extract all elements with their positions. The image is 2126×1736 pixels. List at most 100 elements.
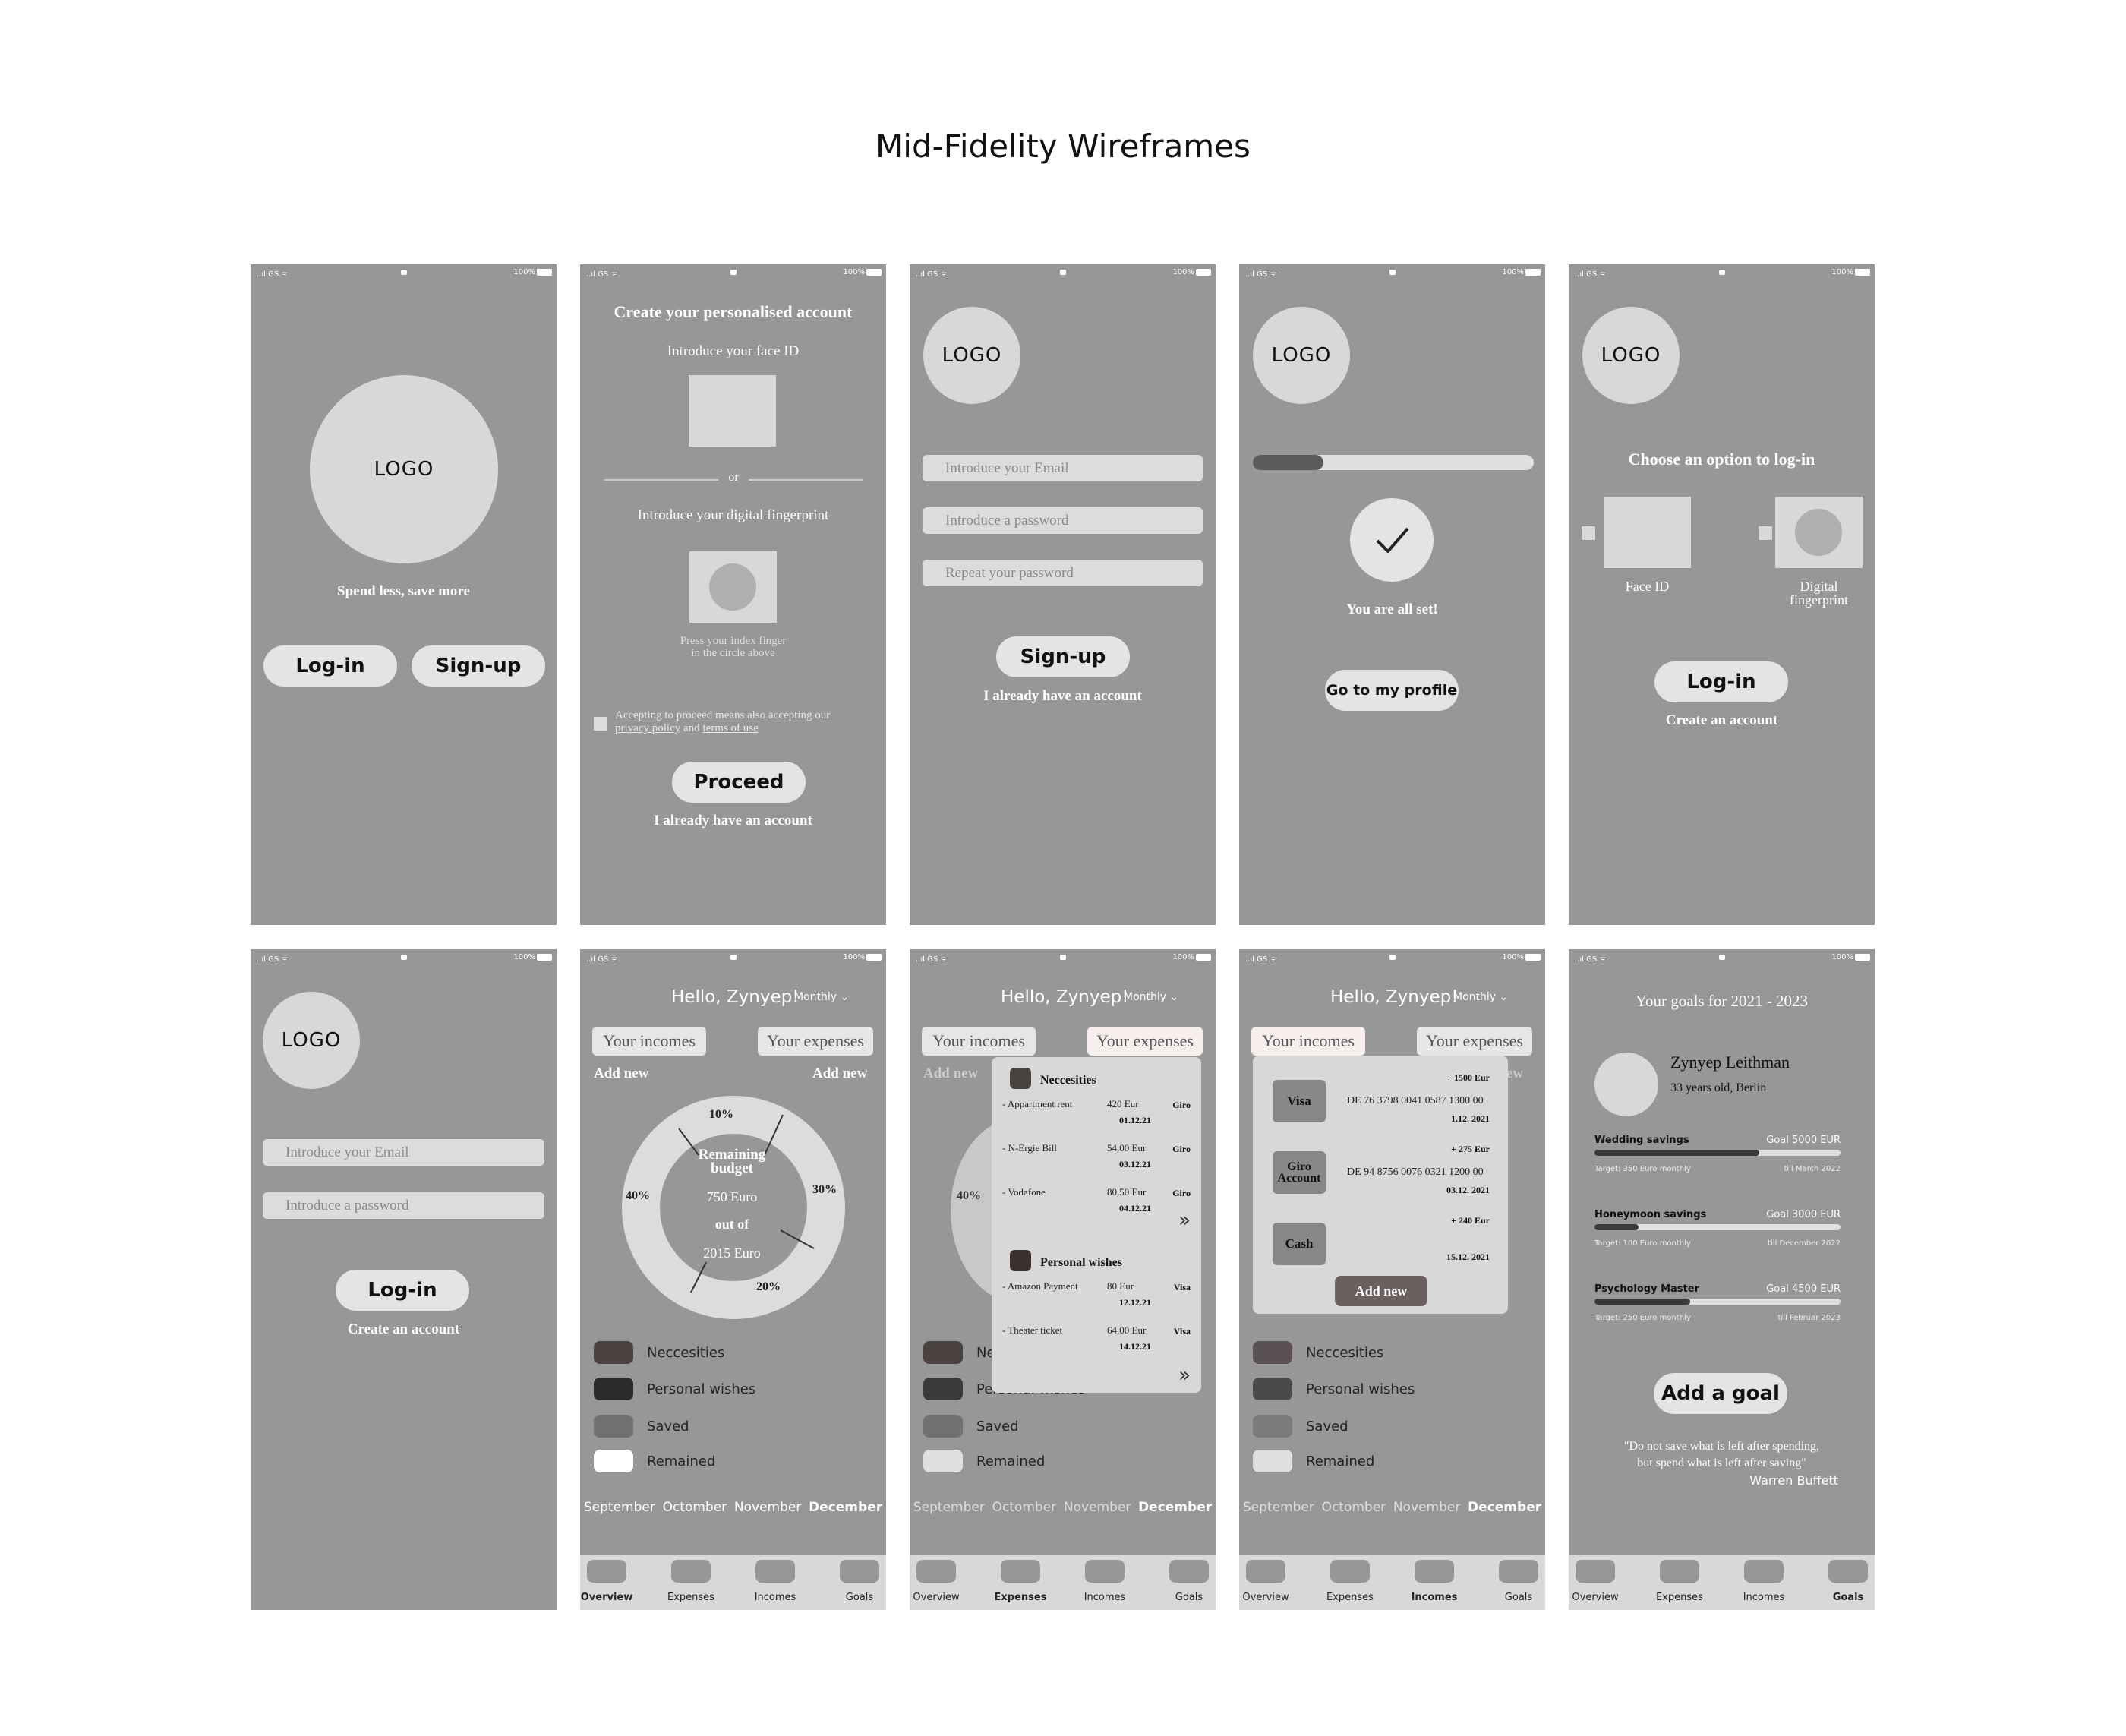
lock-icon [1718,270,1725,275]
have-account-link[interactable]: I already have an account [910,688,1216,705]
nav-overview[interactable]: Overview [910,1560,963,1603]
month-october[interactable]: Octomber [992,1500,1057,1515]
month-october[interactable]: Octomber [663,1500,727,1515]
period-dropdown[interactable]: Monthly ⌄ [794,991,849,1003]
expense-date: 04.12.21 [1119,1203,1151,1214]
total-budget: 2015 Euro [703,1245,761,1261]
month-september[interactable]: September [1243,1500,1314,1515]
add-income-link[interactable]: Add new [923,1065,978,1082]
terms-link[interactable]: terms of use [702,722,758,734]
login-button[interactable]: Log-in [1654,661,1788,702]
tab-expenses[interactable]: Your expenses [1087,1027,1203,1056]
battery-icon [866,269,882,276]
email-input[interactable]: Introduce your Email [263,1139,544,1166]
add-expense-link[interactable]: Add new [812,1065,867,1082]
budget-donut-chart [622,1096,845,1319]
period-dropdown[interactable]: Monthly ⌄ [1453,991,1508,1003]
add-income-button[interactable]: Add new [1335,1276,1427,1306]
personal-wishes-icon [1010,1250,1031,1271]
tab-expenses[interactable]: Your expenses [1417,1027,1532,1056]
goal-target-amount: Goal 4500 EUR [1766,1283,1841,1295]
chevron-down-icon: ⌄ [1499,991,1509,1003]
quote-author: Warren Buffett [1749,1473,1838,1488]
goal-monthly-target: Target: 350 Euro monthly [1594,1165,1691,1173]
payment-type: Giro [1172,1188,1191,1198]
proceed-button[interactable]: Proceed [672,762,806,803]
month-september[interactable]: September [913,1500,985,1515]
create-account-link[interactable]: Create an account [1569,712,1875,729]
face-id-option[interactable] [1604,497,1691,568]
add-goal-button[interactable]: Add a goal [1654,1373,1787,1414]
battery-icon [537,269,552,276]
tab-expenses[interactable]: Your expenses [758,1027,873,1056]
period-dropdown[interactable]: Monthly ⌄ [1124,991,1178,1003]
goal-item[interactable]: Psychology Master Goal 4500 EUR Target: 25… [1594,1283,1841,1352]
create-account-link[interactable]: Create an account [251,1321,557,1338]
press-hint-2: in the circle above [691,647,775,659]
month-september[interactable]: September [584,1500,655,1515]
screen-choose-login: ..ıl GS ᯤ 100% LOGO Choose an option to l… [1569,264,1875,925]
login-button[interactable]: Log-in [263,645,397,687]
tab-incomes[interactable]: Your incomes [1251,1027,1365,1056]
more-arrow-icon[interactable]: » [1178,1209,1191,1232]
signup-button[interactable]: Sign-up [412,645,545,687]
nav-expenses[interactable]: Expenses [664,1560,718,1603]
goal-item[interactable]: Honeymoon savings Goal 3000 EUR Target: 10… [1594,1209,1841,1277]
nav-goals[interactable]: Goals [1822,1560,1875,1603]
go-to-profile-button[interactable]: Go to my profile [1325,670,1459,711]
nav-incomes[interactable]: Incomes [749,1560,802,1603]
divider [749,479,863,481]
nav-goals[interactable]: Goals [833,1560,886,1603]
signup-button[interactable]: Sign-up [996,636,1130,677]
fingerprint-scanner[interactable] [689,551,777,623]
nav-goals[interactable]: Goals [1492,1560,1545,1603]
nav-overview[interactable]: Overview [1569,1560,1622,1603]
nav-goals[interactable]: Goals [1162,1560,1216,1603]
bottom-nav: Overview Expenses Incomes Goals [1239,1555,1545,1610]
nav-overview[interactable]: Overview [1239,1560,1292,1603]
accept-checkbox[interactable] [594,717,607,731]
month-december[interactable]: December [1468,1500,1541,1515]
privacy-link[interactable]: privacy policy [615,722,680,734]
nav-expenses[interactable]: Expenses [1323,1560,1377,1603]
fingerprint-radio[interactable] [1759,526,1772,540]
logo: LOGO [1253,307,1350,404]
more-arrow-icon[interactable]: » [1178,1364,1191,1387]
tab-incomes[interactable]: Your incomes [592,1027,706,1056]
fingerprint-option[interactable] [1775,497,1863,568]
nav-incomes[interactable]: Incomes [1078,1560,1131,1603]
nav-incomes[interactable]: Incomes [1408,1560,1461,1603]
face-id-scanner[interactable] [689,375,776,447]
category-neccesities: Neccesities [1040,1074,1096,1087]
have-account-link[interactable]: I already have an account [580,813,886,829]
goal-item[interactable]: Wedding savings Goal 5000 EUR Target: 350 … [1594,1135,1841,1203]
lock-icon [1389,270,1396,275]
email-input[interactable]: Introduce your Email [923,455,1203,481]
add-income-link[interactable]: Add new [594,1065,648,1082]
goal-deadline: till March 2022 [1784,1165,1841,1173]
greeting: Hello, Zynyep! [671,987,800,1007]
nav-expenses[interactable]: Expenses [994,1560,1047,1603]
status-bar: ..ıl GS ᯤ 100% [251,949,557,969]
nav-incomes[interactable]: Incomes [1737,1560,1790,1603]
add-expense-link[interactable]: ew [1506,1065,1523,1082]
face-id-radio[interactable] [1582,526,1595,540]
month-november[interactable]: November [1064,1500,1131,1515]
bottom-nav: Overview Expenses Incomes Goals [1569,1555,1875,1610]
month-november[interactable]: November [734,1500,801,1515]
color-swatch [594,1378,633,1400]
nav-expenses[interactable]: Expenses [1653,1560,1706,1603]
legend-saved: Saved [594,1415,689,1438]
nav-overview[interactable]: Overview [580,1560,633,1603]
cash-icon: Cash [1273,1223,1326,1265]
password-input[interactable]: Introduce a password [923,507,1203,534]
password-input[interactable]: Introduce a password [263,1192,544,1219]
goal-progress-fill [1594,1299,1691,1305]
month-november[interactable]: November [1393,1500,1460,1515]
month-december[interactable]: December [809,1500,882,1515]
month-december[interactable]: December [1138,1500,1212,1515]
repeat-password-input[interactable]: Repeat your password [923,560,1203,586]
login-button[interactable]: Log-in [336,1270,469,1311]
month-october[interactable]: Octomber [1322,1500,1386,1515]
tab-incomes[interactable]: Your incomes [922,1027,1036,1056]
